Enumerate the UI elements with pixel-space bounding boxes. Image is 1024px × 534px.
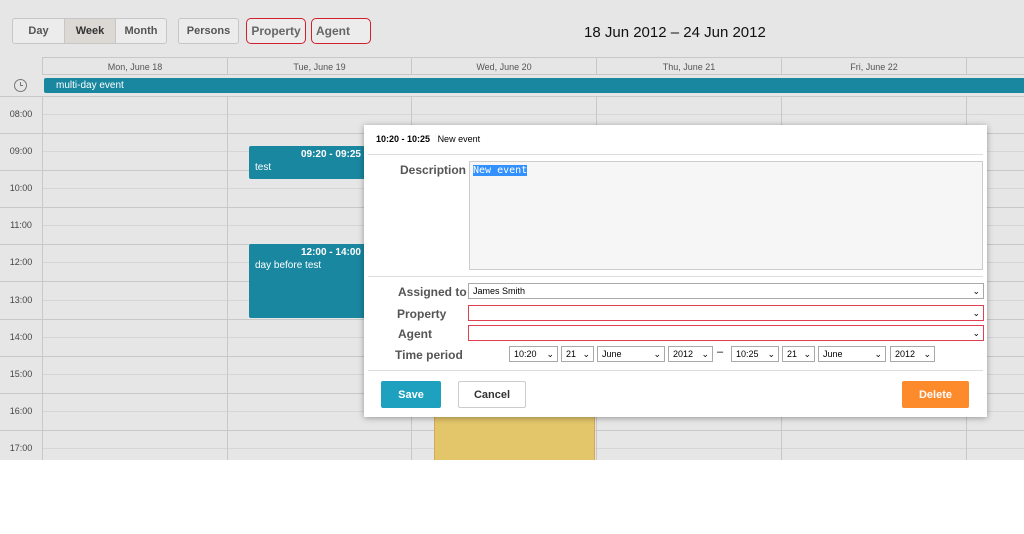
hour-label: 17:00	[9, 442, 33, 453]
allday-event[interactable]: multi-day event	[44, 78, 1024, 93]
end-month-select[interactable]: June ⌄	[818, 346, 886, 362]
end-time-select[interactable]: 10:25 ⌄	[731, 346, 779, 362]
property-button[interactable]: Property	[246, 18, 306, 44]
assigned-select[interactable]: James Smith ⌄	[468, 283, 984, 299]
event[interactable]	[434, 410, 595, 460]
date-range-title: 18 Jun 2012 – 24 Jun 2012	[584, 24, 766, 41]
property-select[interactable]: ⌄	[468, 305, 984, 321]
event-text: test	[255, 162, 272, 173]
event-dialog: 10:20 - 10:25 New event Description New …	[364, 125, 987, 417]
day-header: Wed, June 20	[411, 57, 596, 75]
start-time-select[interactable]: 10:20 ⌄	[509, 346, 558, 362]
persons-button[interactable]: Persons	[178, 18, 239, 44]
hour-label: 13:00	[9, 294, 33, 305]
end-year-select[interactable]: 2012 ⌄	[890, 346, 935, 362]
assigned-label: Assigned to	[398, 285, 467, 299]
start-month-select[interactable]: June ⌄	[597, 346, 665, 362]
day-header	[966, 57, 1024, 75]
end-day-select[interactable]: 21 ⌄	[782, 346, 815, 362]
period-dash: –	[717, 346, 724, 358]
agent-select[interactable]: ⌄	[468, 325, 984, 341]
hour-label: 16:00	[9, 405, 33, 416]
event-time: 09:20 - 09:25	[300, 149, 361, 160]
property-label: Property	[397, 307, 447, 321]
start-day-select[interactable]: 21 ⌄	[561, 346, 594, 362]
dialog-time: 10:20 - 10:25	[376, 134, 431, 144]
day-header: Fri, June 22	[781, 57, 966, 75]
save-button[interactable]: Save	[381, 381, 441, 408]
agent-button[interactable]: Agent	[311, 18, 371, 44]
hour-label: 10:00	[9, 183, 33, 194]
description-textarea[interactable]: New event	[469, 161, 983, 270]
hour-label: 15:00	[9, 368, 33, 379]
week-view-tab[interactable]: Week	[64, 18, 116, 44]
day-header: Thu, June 21	[596, 57, 781, 75]
agent-label: Agent	[398, 327, 432, 341]
event[interactable]: 09:20 - 09:25 test	[249, 146, 365, 179]
description-label: Description	[400, 163, 467, 177]
event[interactable]: 12:00 - 14:00 day before test	[249, 244, 365, 318]
hour-label: 11:00	[10, 220, 32, 231]
time-period-label: Time period	[395, 348, 463, 362]
start-year-select[interactable]: 2012 ⌄	[668, 346, 713, 362]
day-view-tab[interactable]: Day	[12, 18, 65, 44]
clock-icon	[14, 79, 27, 92]
month-view-tab[interactable]: Month	[115, 18, 167, 44]
event-text: day before test	[255, 260, 322, 271]
half-hour-line	[43, 114, 1024, 115]
hour-label: 14:00	[9, 331, 33, 342]
hour-label: 08:00	[9, 109, 33, 119]
day-header: Mon, June 18	[42, 57, 227, 75]
hour-label: 12:00	[9, 257, 33, 268]
hour-label: 09:00	[9, 146, 33, 157]
dialog-title: New event	[437, 134, 481, 144]
delete-button[interactable]: Delete	[902, 381, 969, 408]
cancel-button[interactable]: Cancel	[458, 381, 526, 408]
day-header: Tue, June 19	[227, 57, 411, 75]
event-time: 12:00 - 14:00	[300, 247, 361, 258]
